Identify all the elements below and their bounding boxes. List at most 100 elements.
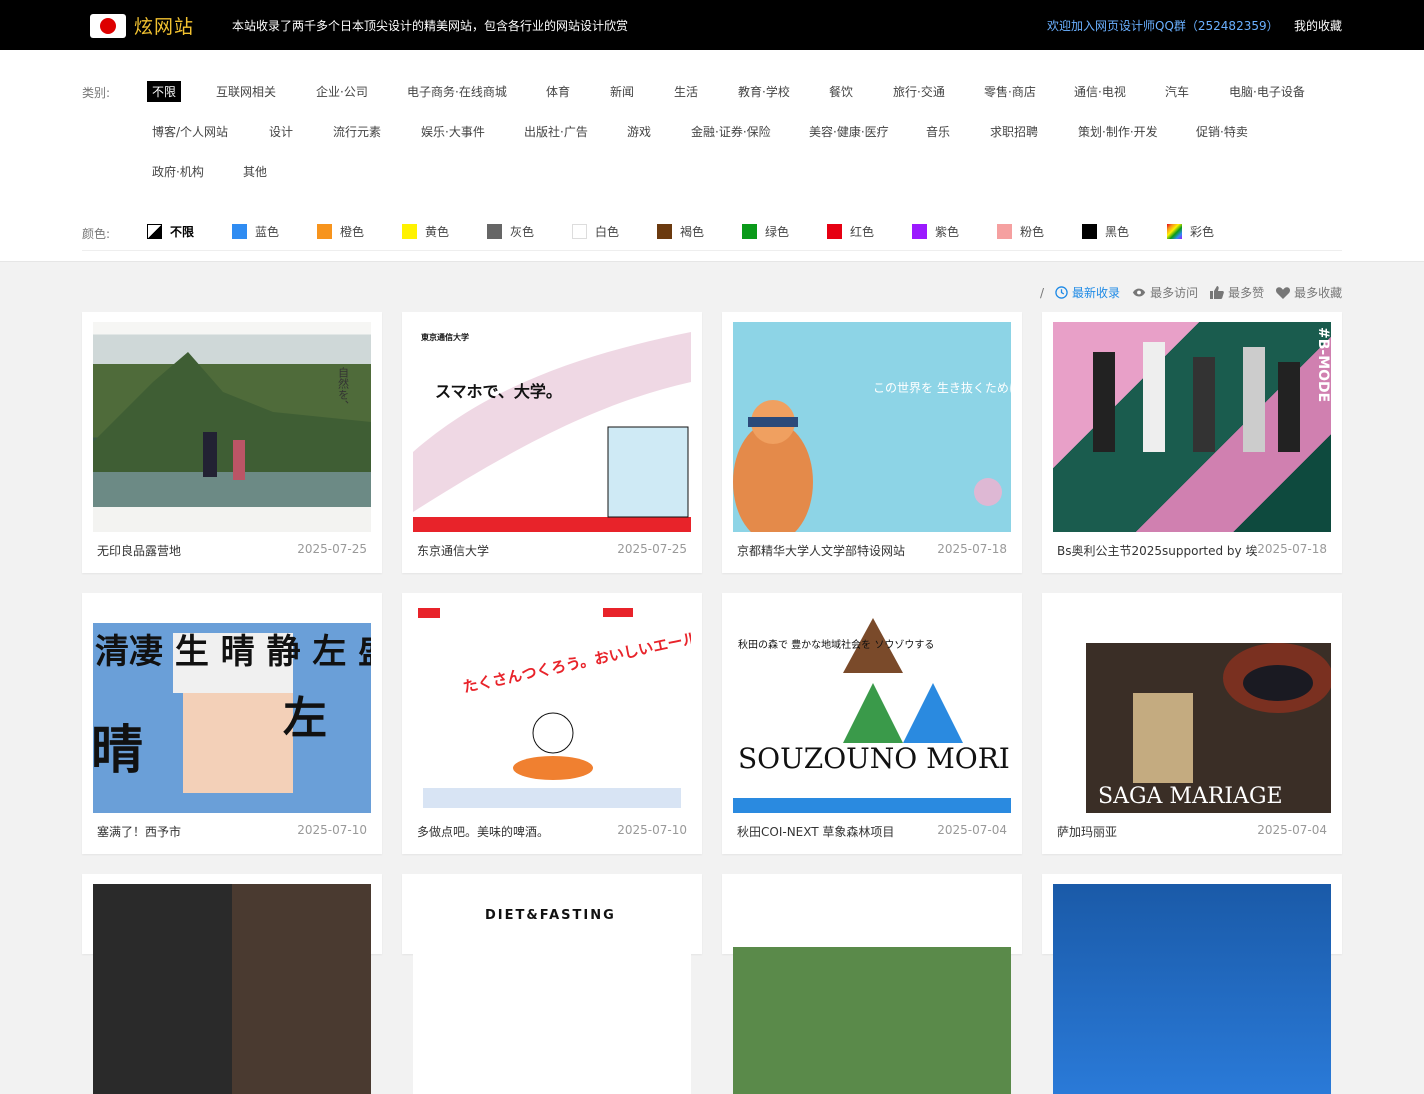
category-item[interactable]: 零售·商店 <box>984 83 1036 100</box>
category-item[interactable]: 博客/个人网站 <box>152 123 228 140</box>
svg-text:左: 左 <box>283 693 327 744</box>
card-thumbnail[interactable]: 秋田の森で 豊かな地域社会を ソウゾウする SOUZOUNO MORI <box>733 603 1011 813</box>
thumb-title: DIET&FASTING <box>485 908 616 923</box>
category-item[interactable]: 娱乐·大事件 <box>421 123 485 140</box>
qq-group-link[interactable]: 欢迎加入网页设计师QQ群（252482359） <box>1047 17 1279 34</box>
site-card[interactable]: 自然を、 无印良品露营地 2025-07-25 <box>82 312 382 573</box>
color-green[interactable]: 绿色 <box>742 223 789 240</box>
sort-most-favorited[interactable]: 最多收藏 <box>1276 284 1342 301</box>
thumb-title: 清凄 生 晴 静 左 盛 整 <box>95 632 371 672</box>
category-item[interactable]: 其他 <box>243 163 267 180</box>
category-item[interactable]: 美容·健康·医疗 <box>809 123 889 140</box>
site-card[interactable]: 東京通信大学 スマホで、大学。 东京通信大学 2025-07-25 <box>402 312 702 573</box>
card-date: 2025-07-04 <box>1257 823 1327 837</box>
site-card[interactable]: 清凄 生 晴 静 左 盛 整 晴 左 塞满了！西予市 2025-07-10 <box>82 593 382 854</box>
category-item[interactable]: 生活 <box>674 83 698 100</box>
category-item[interactable]: 通信·电视 <box>1074 83 1126 100</box>
card-thumbnail[interactable]: この世界を 生き抜くために、新しい人文学。 <box>733 322 1011 532</box>
category-item[interactable]: 策划·制作·开发 <box>1078 123 1158 140</box>
sort-most-visited[interactable]: 最多访问 <box>1132 284 1198 301</box>
card-title[interactable]: 东京通信大学 <box>417 542 489 559</box>
card-thumbnail[interactable]: たくさんつくろう。おいしいエール。 <box>413 603 691 813</box>
card-title[interactable]: Bs奥利公主节2025supported by 埃ｽ <box>1057 542 1257 559</box>
color-label-text: 彩色 <box>1190 225 1215 239</box>
site-card[interactable]: DIET&FASTING <box>402 874 702 1094</box>
color-black[interactable]: 黑色 <box>1082 223 1129 240</box>
green-swatch-icon <box>742 224 757 239</box>
category-item[interactable]: 政府·机构 <box>152 163 204 180</box>
color-any[interactable]: 不限 <box>147 223 194 240</box>
category-item[interactable]: 电子商务·在线商城 <box>407 83 507 100</box>
card-thumbnail[interactable] <box>93 884 371 1094</box>
category-item[interactable]: 求职招聘 <box>990 123 1038 140</box>
site-card[interactable]: SAGA MARIAGE 萨加玛丽亚 2025-07-04 <box>1042 593 1342 854</box>
card-title[interactable]: 塞满了！西予市 <box>97 823 181 840</box>
card-thumbnail[interactable] <box>1053 884 1331 1094</box>
card-thumbnail[interactable]: 東京通信大学 スマホで、大学。 <box>413 322 691 532</box>
card-title[interactable]: 多做点吧。美味的啤酒。 <box>417 823 549 840</box>
color-blue[interactable]: 蓝色 <box>232 223 279 240</box>
card-thumbnail[interactable] <box>733 884 1011 1094</box>
card-thumbnail[interactable]: 清凄 生 晴 静 左 盛 整 晴 左 <box>93 603 371 813</box>
category-item[interactable]: 促销·特卖 <box>1196 123 1248 140</box>
site-card[interactable] <box>82 874 382 1094</box>
category-item[interactable]: 音乐 <box>926 123 950 140</box>
color-red[interactable]: 红色 <box>827 223 874 240</box>
site-card[interactable]: 秋田の森で 豊かな地域社会を ソウゾウする SOUZOUNO MORI 秋田CO… <box>722 593 1022 854</box>
category-item[interactable]: 设计 <box>269 123 293 140</box>
site-card[interactable]: この世界を 生き抜くために、新しい人文学。 京都精华大学人文学部特设网站 202… <box>722 312 1022 573</box>
top-bar: 炫网站 本站收录了两千多个日本顶尖设计的精美网站，包含各行业的网站设计欣赏 欢迎… <box>0 0 1424 50</box>
color-purple[interactable]: 紫色 <box>912 223 959 240</box>
category-item[interactable]: 旅行·交通 <box>893 83 945 100</box>
sort-most-liked[interactable]: 最多赞 <box>1210 284 1264 301</box>
category-item[interactable]: 流行元素 <box>333 123 381 140</box>
card-thumbnail[interactable]: DIET&FASTING <box>413 884 691 1094</box>
category-item[interactable]: 体育 <box>546 83 570 100</box>
category-item[interactable]: 企业·公司 <box>316 83 368 100</box>
sort-newest[interactable]: 最新收录 <box>1054 284 1120 301</box>
category-item[interactable]: 新闻 <box>610 83 634 100</box>
card-thumbnail[interactable]: 自然を、 <box>93 322 371 532</box>
card-date: 2025-07-10 <box>297 823 367 837</box>
sort-label: 最多赞 <box>1228 286 1265 300</box>
category-item[interactable]: 餐饮 <box>829 83 853 100</box>
card-thumbnail[interactable]: SAGA MARIAGE <box>1053 603 1331 813</box>
card-title[interactable]: 萨加玛丽亚 <box>1057 823 1117 840</box>
site-logo[interactable]: 炫网站 <box>90 12 194 39</box>
color-gray[interactable]: 灰色 <box>487 223 534 240</box>
category-item[interactable]: 汽车 <box>1165 83 1189 100</box>
site-card[interactable]: たくさんつくろう。おいしいエール。 多做点吧。美味的啤酒。 2025-07-10 <box>402 593 702 854</box>
site-card[interactable] <box>722 874 1022 1094</box>
color-label-text: 红色 <box>850 225 875 239</box>
filter-divider <box>82 250 1342 251</box>
card-date: 2025-07-10 <box>617 823 687 837</box>
eye-icon <box>1132 286 1146 300</box>
color-yellow[interactable]: 黄色 <box>402 223 449 240</box>
color-white[interactable]: 白色 <box>572 223 619 240</box>
card-thumbnail[interactable]: #B-MODE <box>1053 322 1331 532</box>
logo-text: 炫网站 <box>134 16 195 38</box>
category-item[interactable]: 电脑·电子设备 <box>1229 83 1305 100</box>
card-date: 2025-07-04 <box>937 823 1007 837</box>
card-date: 2025-07-25 <box>617 542 687 556</box>
card-title[interactable]: 秋田COI-NEXT 草象森林项目 <box>737 823 894 840</box>
sort-label: 最多收藏 <box>1294 286 1343 300</box>
card-title[interactable]: 无印良品露营地 <box>97 542 181 559</box>
color-orange[interactable]: 橙色 <box>317 223 364 240</box>
site-card[interactable] <box>1042 874 1342 1094</box>
card-title[interactable]: 京都精华大学人文学部特设网站 <box>737 542 905 559</box>
white-swatch-icon <box>572 224 587 239</box>
color-label-text: 不限 <box>170 225 195 239</box>
site-card[interactable]: #B-MODE Bs奥利公主节2025supported by 埃ｽ 2025-… <box>1042 312 1342 573</box>
category-item[interactable]: 金融·证券·保险 <box>691 123 771 140</box>
category-item[interactable]: 不限 <box>147 81 182 102</box>
my-favorites-link[interactable]: 我的收藏 <box>1294 17 1342 34</box>
category-item[interactable]: 教育·学校 <box>738 83 790 100</box>
thumb-title: たくさんつくろう。おいしいエール。 <box>461 626 691 696</box>
category-item[interactable]: 出版社·广告 <box>524 123 588 140</box>
color-multi[interactable]: 彩色 <box>1167 223 1214 240</box>
category-item[interactable]: 游戏 <box>627 123 651 140</box>
color-brown[interactable]: 褐色 <box>657 223 704 240</box>
color-pink[interactable]: 粉色 <box>997 223 1044 240</box>
category-item[interactable]: 互联网相关 <box>216 83 276 100</box>
